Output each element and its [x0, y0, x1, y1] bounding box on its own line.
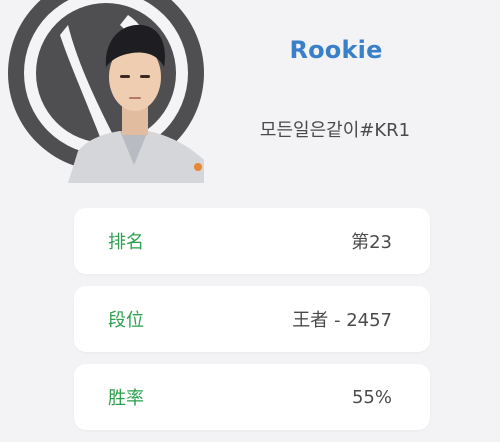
stats-list: 排名 第23 段位 王者 - 2457 胜率 55% [74, 208, 430, 442]
player-avatar [8, 0, 204, 183]
team-logo-icon [8, 0, 204, 183]
stat-value-rank: 第23 [351, 232, 392, 253]
player-name: Rookie [289, 36, 383, 64]
stat-value-tier: 王者 - 2457 [292, 310, 392, 331]
stat-label-rank: 排名 [108, 232, 144, 253]
stat-value-winrate: 55% [351, 386, 392, 408]
stat-label-tier: 段位 [108, 310, 144, 331]
stat-card-tier: 段位 王者 - 2457 [74, 286, 430, 352]
stat-card-rank: 排名 第23 [74, 208, 430, 274]
player-tag: 모든일은같이#KR1 [259, 120, 411, 141]
stat-label-winrate: 胜率 [108, 388, 144, 409]
stat-card-winrate: 胜率 55% [74, 364, 430, 430]
